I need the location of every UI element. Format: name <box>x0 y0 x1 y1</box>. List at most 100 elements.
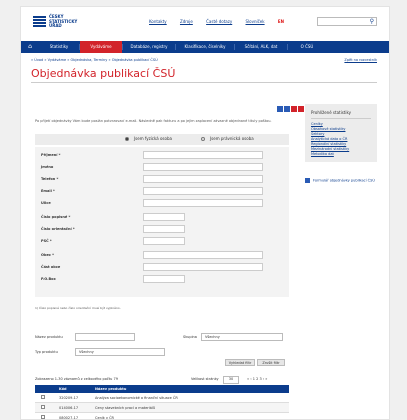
email-field[interactable] <box>143 187 263 195</box>
radio-natural-person[interactable]: Jsem fyzická osoba <box>125 136 172 141</box>
zip-field[interactable] <box>143 237 185 245</box>
main-nav: ⌂ Statistiky Vydáváme Databáze, registry… <box>21 41 389 53</box>
order-form-link[interactable]: Formulář objednávky publikací ČSÚ <box>305 178 377 184</box>
field-label: Příjmení * <box>41 153 61 157</box>
breadcrumb[interactable]: » Úvod » Vydáváme » Objednávka, Termíny … <box>31 58 158 62</box>
facebook-icon[interactable] <box>277 106 283 112</box>
back-link[interactable]: Zpět na rozcestník <box>344 58 377 62</box>
field-label: Email * <box>41 189 55 193</box>
surname-field[interactable] <box>143 151 263 159</box>
filter-label: Skupina <box>183 335 197 339</box>
field-label: Ulice <box>41 201 51 205</box>
row-checkbox[interactable] <box>41 395 45 399</box>
language-switch[interactable]: EN <box>278 19 284 24</box>
cell-name[interactable]: Analýza socioekonomické a finanční situa… <box>95 396 178 400</box>
print-icon[interactable] <box>291 106 297 112</box>
link-contacts[interactable]: Kontakty <box>149 19 167 24</box>
radio-icon <box>201 137 205 141</box>
cell-code: 014006-17 <box>59 406 79 410</box>
field-label: Jméno <box>41 165 54 169</box>
field-label: Telefon * <box>41 177 59 181</box>
divider <box>31 82 377 83</box>
divider <box>311 118 371 119</box>
cell-code: 080027-17 <box>59 416 79 420</box>
sidebar-link[interactable]: Mezinárodní statistiky <box>311 147 349 151</box>
nav-item-publications[interactable]: Vydáváme <box>80 41 122 53</box>
cell-name[interactable]: Ceník v ČR <box>95 416 114 419</box>
nav-item-about[interactable]: O ČSÚ <box>288 41 326 53</box>
page-size-select[interactable]: 30 <box>223 376 239 384</box>
order-form: Příjmení * Jméno Telefon * Email * Ulice… <box>35 147 289 297</box>
field-label: Obec * <box>41 253 54 257</box>
link-faq[interactable]: Časté dotazy <box>206 19 232 24</box>
sidebar-title: Prohlížené statistiky <box>311 110 352 115</box>
column-header[interactable]: Kód <box>59 387 67 391</box>
table-row: 080027-17 Ceník v ČR <box>35 413 289 420</box>
product-name-input[interactable] <box>75 333 135 341</box>
search-filter-button[interactable]: Vyhledat filtr <box>225 359 255 366</box>
sidebar-link[interactable]: Obsahové statistiky <box>311 127 345 131</box>
field-label: Část obce <box>41 265 61 269</box>
row-checkbox[interactable] <box>41 415 45 419</box>
page-title: Objednávka publikací ČSÚ <box>31 67 176 80</box>
city-field[interactable] <box>143 251 263 259</box>
page-size-label: Velikost stránky <box>191 377 219 381</box>
home-icon[interactable]: ⌂ <box>21 41 39 53</box>
search-icon[interactable]: ⚲ <box>370 18 374 25</box>
sidebar-box: Prohlížené statistiky Ceníky Obsahové st… <box>305 104 377 162</box>
column-header[interactable]: Název produktu <box>95 387 126 391</box>
row-checkbox[interactable] <box>41 405 45 409</box>
field-label: Číslo orientační * <box>41 227 75 231</box>
filter-label: Název produktu <box>35 335 63 339</box>
logo-line: ÚŘAD <box>49 23 62 28</box>
field-label: PSČ * <box>41 239 52 243</box>
csu-logo[interactable]: ČESKÝ STATISTICKÝ ÚŘAD <box>33 14 81 29</box>
logo-stripes-icon <box>33 16 46 28</box>
form-note: 1) Číslo popisné nebo číslo orientační m… <box>35 306 121 310</box>
page: ČESKÝ STATISTICKÝ ÚŘAD Kontakty Zdroje Č… <box>20 6 390 420</box>
sidebar-link[interactable]: Ceníky <box>311 122 323 126</box>
nav-item-statistics[interactable]: Statistiky <box>39 41 79 53</box>
email-icon[interactable] <box>298 106 304 112</box>
document-icon <box>305 178 310 183</box>
sidebar-link[interactable]: Regionální statistiky <box>311 142 346 146</box>
cell-code: 320209-17 <box>59 396 79 400</box>
product-filter: Název produktu Skupina Všechny Typ produ… <box>35 333 289 373</box>
top-links: Kontakty Zdroje Časté dotazy Slovníček E… <box>149 19 296 24</box>
radio-legal-person[interactable]: Jsem právnická osoba <box>201 136 254 141</box>
person-type-selector: Jsem fyzická osoba Jsem právnická osoba <box>35 134 289 145</box>
street-field[interactable] <box>143 199 263 207</box>
group-select[interactable]: Všechny <box>201 333 283 341</box>
twitter-icon[interactable] <box>284 106 290 112</box>
sidebar-link[interactable]: Analytická data o ČR <box>311 137 347 141</box>
share-icons <box>277 97 305 116</box>
link-glossary[interactable]: Slovníček <box>246 19 265 24</box>
nav-item-classifications[interactable]: Klasifikace, číselníky <box>176 41 234 53</box>
nav-item-census[interactable]: Sčítání, ALK, dat <box>235 41 287 53</box>
table-row: 014006-17 Ceny stavebních prací a materi… <box>35 403 289 413</box>
sidebar-link[interactable]: Metodika dat <box>311 152 334 156</box>
product-type-select[interactable]: Všechny <box>75 348 165 356</box>
po-box-field[interactable] <box>143 275 185 283</box>
pagination[interactable]: « ‹ 1 2 3 › » <box>247 377 267 381</box>
house-number-field[interactable] <box>143 213 185 221</box>
records-info: Zobrazeno 1-30 záznamů z celkového počtu… <box>35 377 118 381</box>
table-row: 320209-17 Analýza socioekonomické a fina… <box>35 393 289 403</box>
intro-text: Po přijetí objednávky Vám bude poslán po… <box>35 119 272 123</box>
table-header: Kód Název produktu <box>35 385 289 393</box>
nav-item-databases[interactable]: Databáze, registry <box>123 41 175 53</box>
cell-name[interactable]: Ceny stavebních prací a materiálů <box>95 406 155 410</box>
products-table: Kód Název produktu 320209-17 Analýza soc… <box>35 385 289 420</box>
field-label: P.O.Box <box>41 277 56 281</box>
field-label: Číslo popisné * <box>41 215 71 219</box>
reset-filter-button[interactable]: Zrušit filtr <box>257 359 285 366</box>
city-part-field[interactable] <box>143 263 263 271</box>
orientation-number-field[interactable] <box>143 225 185 233</box>
sidebar-link[interactable]: Sektory <box>311 132 324 136</box>
search-input[interactable]: ⚲ <box>317 17 377 26</box>
radio-selected-icon <box>125 137 129 141</box>
first-name-field[interactable] <box>143 163 263 171</box>
phone-field[interactable] <box>143 175 263 183</box>
link-sources[interactable]: Zdroje <box>180 19 193 24</box>
filter-label: Typ produktu <box>35 350 58 354</box>
